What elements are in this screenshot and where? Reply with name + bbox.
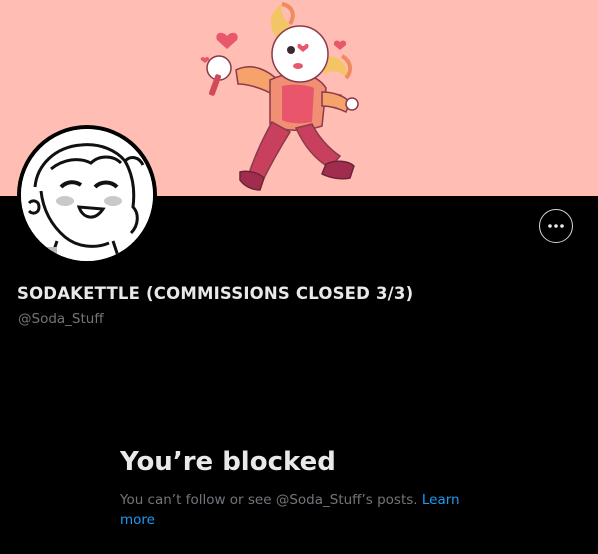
blocked-message-text: You can’t follow or see @Soda_Stuff’s po… xyxy=(120,492,422,508)
profile-display-name: SODAKETTLE (COMMISSIONS CLOSED 3/3) xyxy=(17,284,414,303)
profile-page: SODAKETTLE (COMMISSIONS CLOSED 3/3) @Sod… xyxy=(0,0,598,554)
avatar-image xyxy=(21,129,153,261)
more-options-button[interactable] xyxy=(539,209,573,243)
blocked-message: You can’t follow or see @Soda_Stuff’s po… xyxy=(120,490,470,530)
profile-handle: @Soda_Stuff xyxy=(18,311,104,327)
avatar-sketch xyxy=(21,129,153,261)
blocked-title: You’re blocked xyxy=(120,447,336,477)
more-options-icon xyxy=(548,224,564,228)
profile-avatar[interactable] xyxy=(17,125,157,265)
